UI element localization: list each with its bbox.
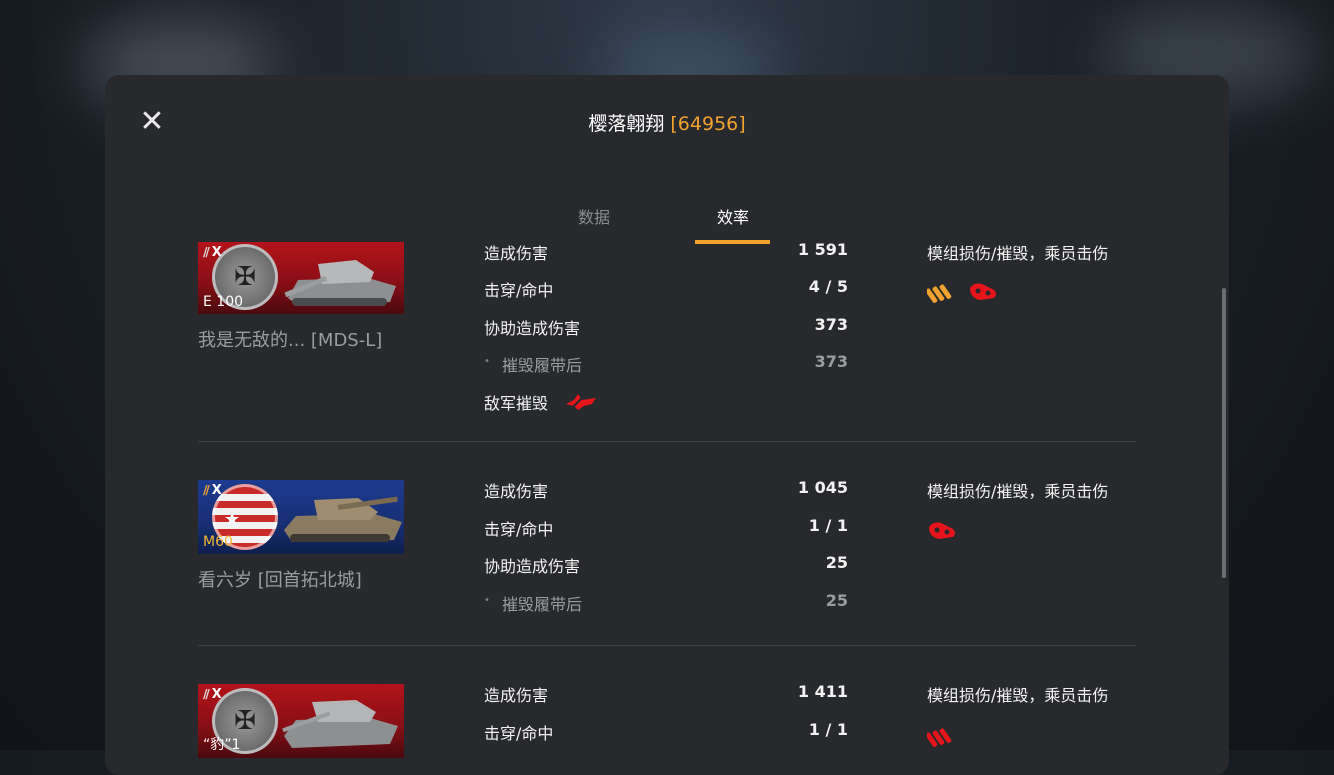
page-title: 樱落翺翔 [64956] — [105, 109, 1229, 136]
stat-label: 摧毁履带后 — [502, 356, 583, 375]
stat-value: 1 591 — [797, 240, 848, 259]
tank-name: M60 — [203, 534, 233, 550]
stat-value: 373 — [814, 352, 848, 371]
ammo-rack-damaged-icon — [927, 284, 952, 303]
tab-efficiency-label: 效率 — [716, 208, 749, 227]
tank-tier: //X — [203, 245, 222, 260]
stat-label: 协助造成伤害 — [484, 557, 581, 576]
player-row: ✠ //X E 100 我是无敌的... [MDS-L] 造成伤害 1 591 … — [198, 240, 1136, 442]
player-name: 樱落翺翔 — [588, 113, 665, 135]
player-row: ★ //X M60 看六岁 [回首拓北城] 造成伤害 1 045 击穿/命中 1… — [198, 478, 1136, 640]
stat-value: 1 411 — [797, 682, 848, 701]
tank-card: ✠ //X E 100 — [198, 242, 404, 314]
tank-name: E 100 — [203, 294, 244, 310]
rank-chevron-icon: // — [203, 483, 210, 497]
tab-data[interactable]: 数据 — [556, 204, 632, 244]
scrollbar[interactable] — [1222, 288, 1226, 578]
player-detail-panel: ✕ 樱落翺翔 [64956] 数据 效率 ✠ //X E 100 我是无敌的..… — [105, 75, 1229, 775]
stat-label: 击穿/命中 — [484, 281, 554, 300]
stat-label: 击穿/命中 — [484, 724, 554, 743]
stat-value: 373 — [814, 315, 848, 334]
tank-tier: //X — [203, 483, 222, 498]
tank-image — [282, 700, 398, 748]
track-destroyed-icon — [929, 522, 955, 539]
modules-title: 模组损伤/摧毁，乘员击伤 — [927, 244, 1109, 263]
track-destroyed-icon — [970, 283, 996, 300]
player-row: ✠ //X “豹”1 造成伤害 1 411 击穿/命中 1 / 1 模组损伤/摧… — [198, 682, 1136, 775]
ammo-rack-destroyed-icon — [927, 728, 952, 747]
modules-title: 模组损伤/摧毁，乘员击伤 — [927, 482, 1109, 501]
modules-title: 模组损伤/摧毁，乘员击伤 — [927, 686, 1109, 705]
stat-value: 25 — [825, 591, 848, 610]
stat-label: 击穿/命中 — [484, 520, 554, 539]
bullet-icon: • — [484, 356, 490, 367]
tank-card: ✠ //X “豹”1 — [198, 684, 404, 758]
stat-label: 协助造成伤害 — [484, 319, 581, 338]
tank-name: “豹”1 — [203, 737, 241, 753]
tab-efficiency[interactable]: 效率 — [695, 204, 771, 244]
kill-label: 敌军摧毁 — [484, 394, 549, 413]
row-divider — [198, 645, 1136, 646]
tank-image — [284, 496, 402, 542]
rank-chevron-icon: // — [203, 245, 210, 259]
bullet-icon: • — [484, 595, 490, 606]
player-nickname: 我是无敌的... [MDS-L] — [198, 330, 383, 351]
tank-card: ★ //X M60 — [198, 480, 404, 554]
player-id: [64956] — [670, 113, 746, 135]
rank-chevron-icon: // — [203, 687, 210, 701]
stat-label: 造成伤害 — [484, 482, 549, 501]
tank-image — [284, 260, 396, 306]
stat-label: 摧毁履带后 — [502, 595, 583, 614]
destroyed-tank-icon — [566, 393, 596, 411]
stat-label: 造成伤害 — [484, 686, 549, 705]
stat-value: 4 / 5 — [808, 277, 848, 296]
stat-value: 25 — [825, 553, 848, 572]
stat-value: 1 045 — [797, 478, 848, 497]
player-nickname: 看六岁 [回首拓北城] — [198, 570, 362, 591]
stat-value: 1 / 1 — [808, 516, 848, 535]
tank-tier: //X — [203, 687, 222, 702]
row-divider — [198, 441, 1136, 442]
stat-label: 造成伤害 — [484, 244, 549, 263]
stat-value: 1 / 1 — [808, 720, 848, 739]
